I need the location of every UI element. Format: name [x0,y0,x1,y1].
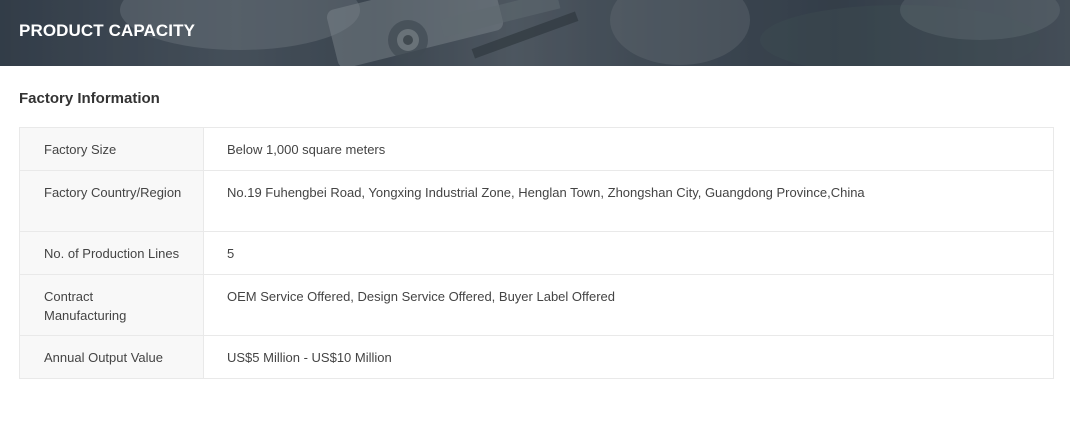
table-row: Contract Manufacturing OEM Service Offer… [19,274,1054,336]
row-label-text: Factory Country/Region [44,185,182,200]
table-row: Annual Output Value US$5 Million - US$10… [19,335,1054,379]
page-title: PRODUCT CAPACITY [19,21,196,40]
row-label: Factory Country/Region [19,170,204,232]
row-label-text: Contract Manufacturing [44,289,127,323]
row-value: OEM Service Offered, Design Service Offe… [203,274,1054,336]
table-row: Factory Country/Region No.19 Fuhengbei R… [19,170,1054,232]
row-value: No.19 Fuhengbei Road, Yongxing Industria… [203,170,1054,232]
table-row: No. of Production Lines 5 [19,231,1054,275]
header-banner: PRODUCT CAPACITY [0,0,1070,66]
row-value: US$5 Million - US$10 Million [203,335,1054,379]
row-label: Annual Output Value [19,335,204,379]
section-title: Factory Information [19,90,160,107]
row-value: Below 1,000 square meters [203,127,1054,171]
row-label: No. of Production Lines [19,231,204,275]
factory-info-table: Factory Size Below 1,000 square meters F… [19,127,1054,379]
row-value: 5 [203,231,1054,275]
row-label: Factory Size [19,127,204,171]
row-label: Contract Manufacturing [19,274,204,336]
table-row: Factory Size Below 1,000 square meters [19,127,1054,171]
